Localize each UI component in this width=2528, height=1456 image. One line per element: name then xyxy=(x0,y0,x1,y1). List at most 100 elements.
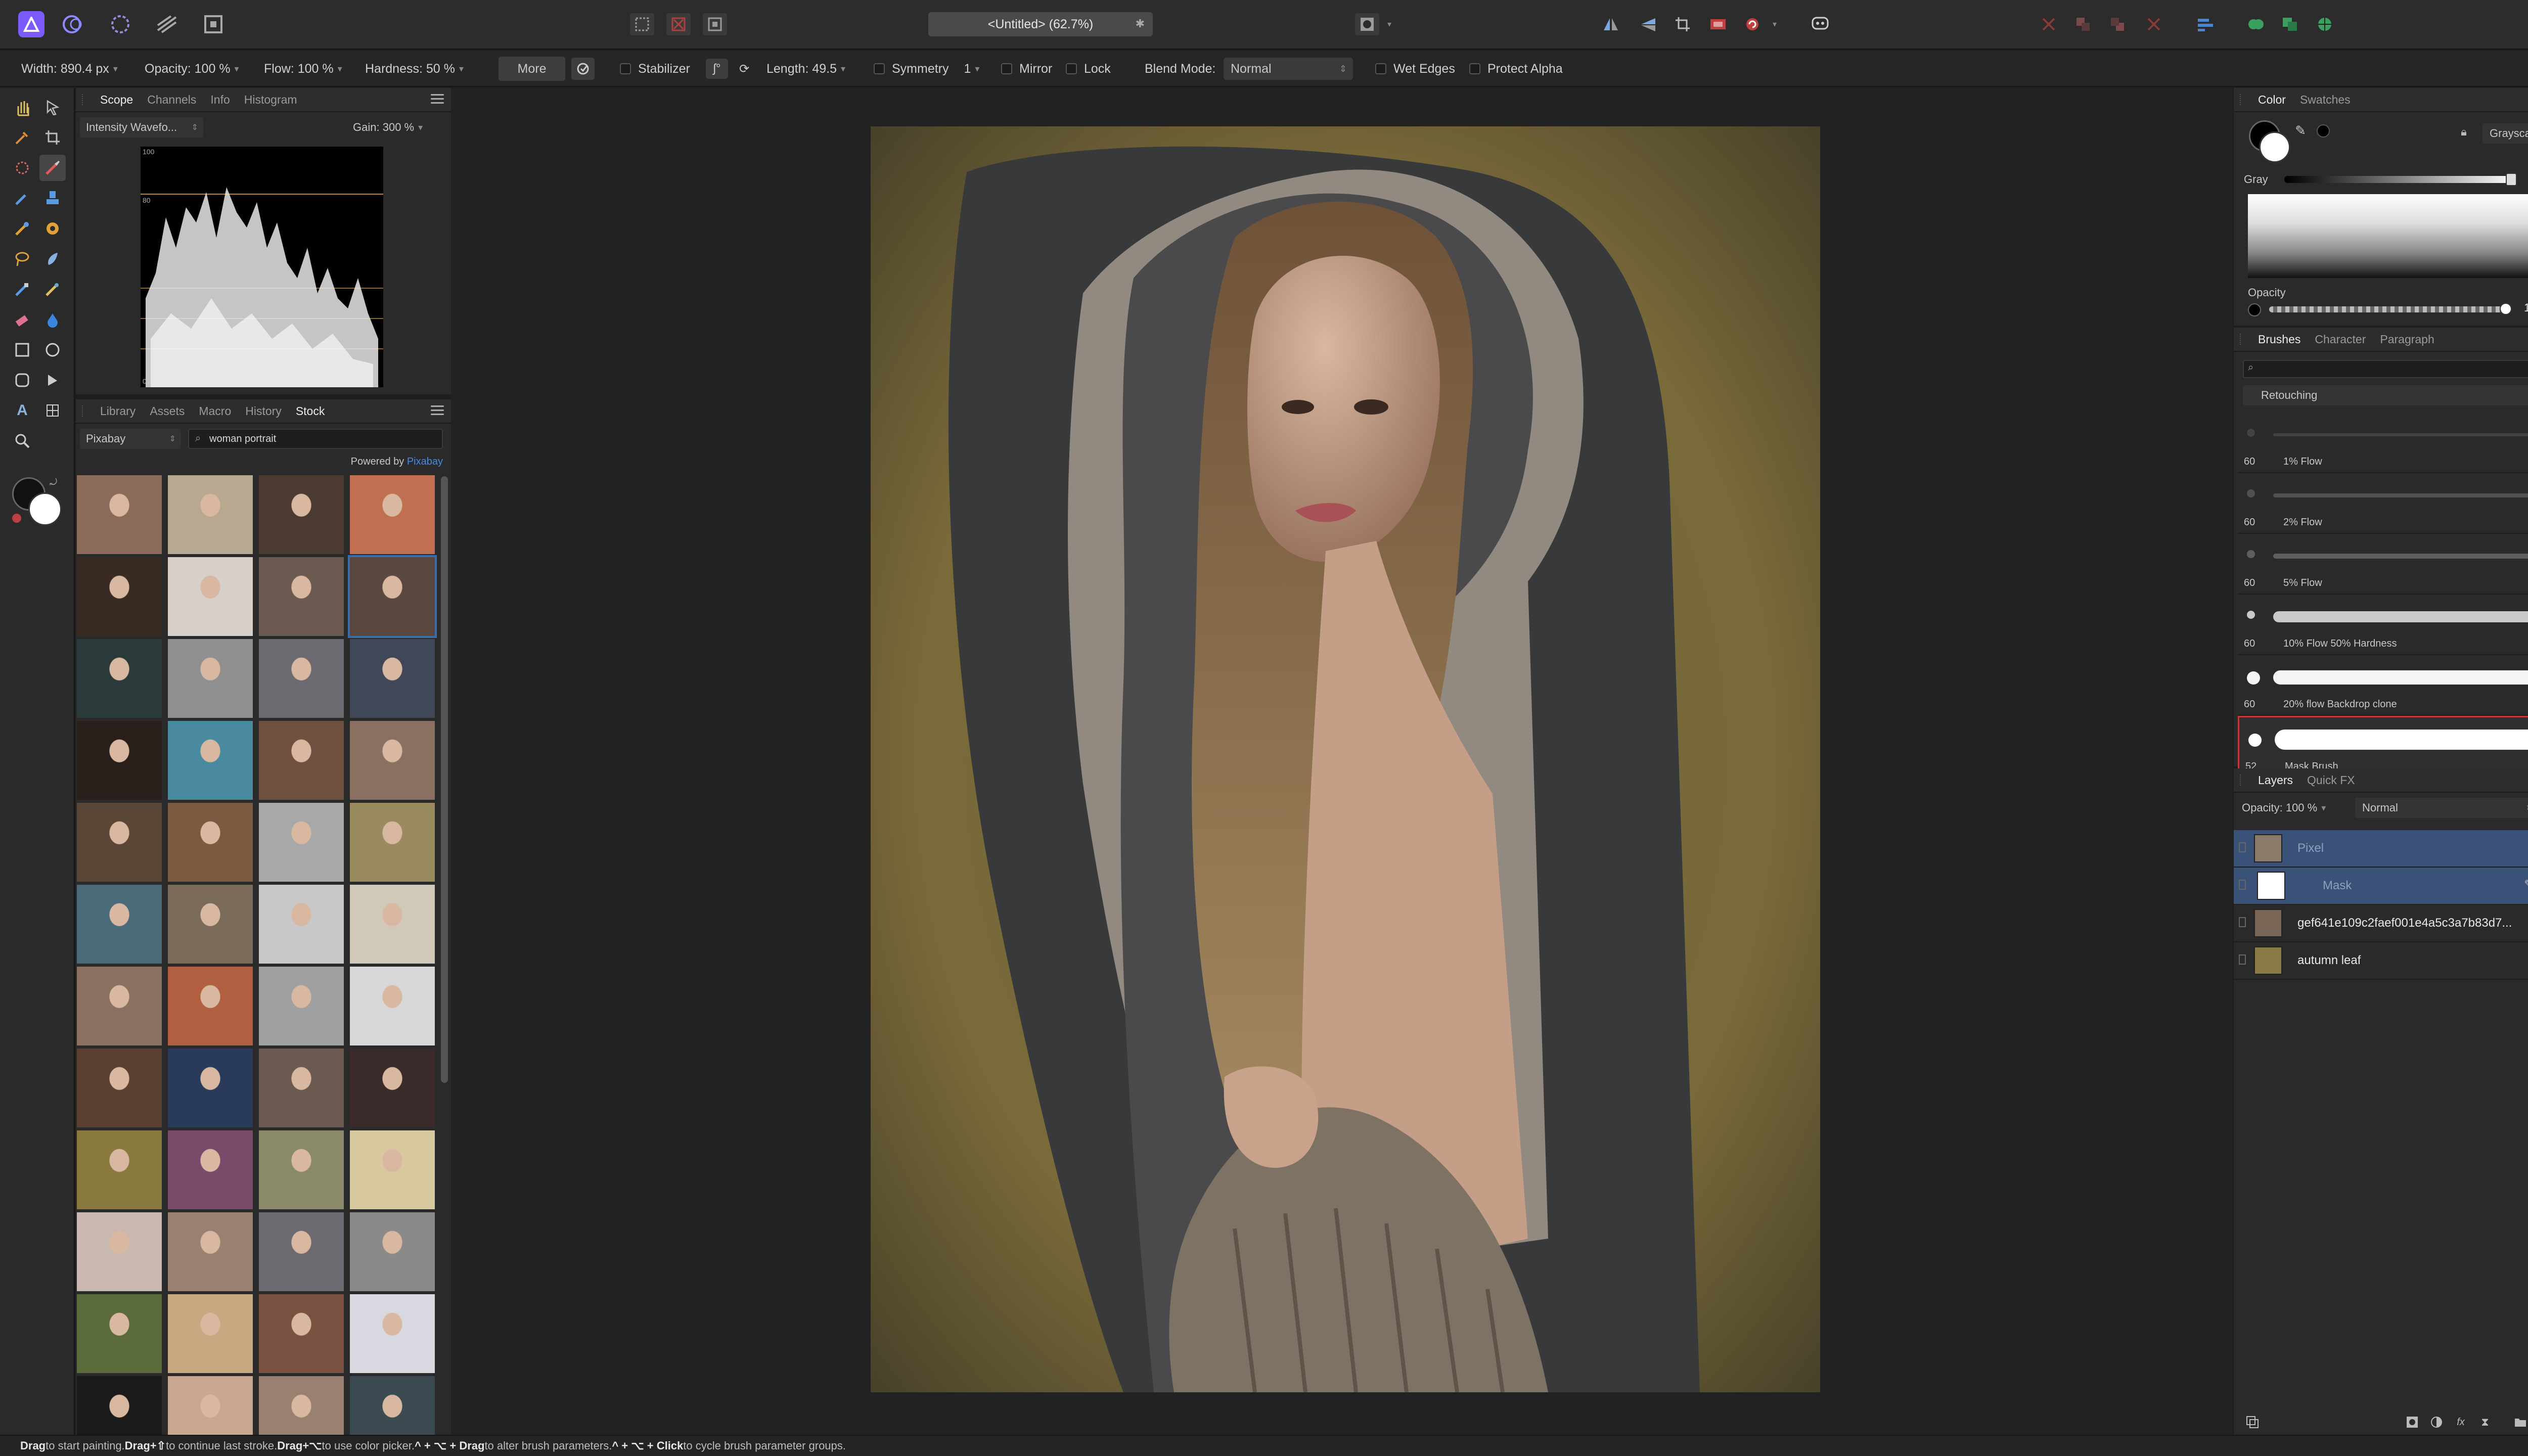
smudge-tool-icon[interactable] xyxy=(39,246,66,272)
stock-thumbnail[interactable] xyxy=(350,1212,435,1291)
tab-quick-fx[interactable]: Quick FX xyxy=(2300,768,2362,792)
stock-thumbnail[interactable] xyxy=(168,721,253,800)
boolean-subtract-icon[interactable] xyxy=(2278,13,2303,35)
symmetry-toggle[interactable]: Symmetry 1 ▾ xyxy=(874,51,979,87)
panel-grip-icon[interactable] xyxy=(2240,775,2244,786)
tab-swatches[interactable]: Swatches xyxy=(2293,88,2358,111)
move-tool-icon[interactable] xyxy=(39,94,66,120)
panel-grip-icon[interactable] xyxy=(2240,334,2244,345)
adjustment-icon[interactable] xyxy=(2428,1414,2445,1431)
clone-tool-icon[interactable] xyxy=(39,185,66,211)
opacity-control[interactable]: Opacity: 100 % ▾ xyxy=(145,51,239,87)
node-tool-icon[interactable] xyxy=(39,367,66,393)
panel-grip-icon[interactable] xyxy=(2240,94,2244,105)
reset-colors-icon[interactable] xyxy=(12,514,21,523)
boolean-add-icon[interactable] xyxy=(2244,13,2268,35)
wet-edges-checkbox[interactable] xyxy=(1375,63,1386,74)
stock-thumbnail[interactable] xyxy=(259,1294,344,1373)
stock-thumbnail[interactable] xyxy=(168,1049,253,1127)
stock-thumbnail[interactable] xyxy=(348,555,437,638)
swap-colors-icon[interactable]: ⤾ xyxy=(50,477,57,488)
layer-expand-icon[interactable] xyxy=(2239,880,2246,890)
stock-thumbnail[interactable] xyxy=(168,639,253,718)
stock-thumbnail[interactable] xyxy=(77,1376,162,1435)
stock-thumbnail[interactable] xyxy=(259,885,344,964)
invert-selection-icon[interactable] xyxy=(703,13,727,35)
tab-assets[interactable]: Assets xyxy=(143,399,192,423)
mesh-warp-icon[interactable] xyxy=(39,397,66,424)
stock-source-select[interactable]: Pixabay ⇕ xyxy=(80,429,181,449)
gain-control[interactable]: Gain: 300 % ▾ xyxy=(353,117,423,138)
stock-thumbnail[interactable] xyxy=(168,1294,253,1373)
erase-tool-icon[interactable] xyxy=(9,306,35,333)
chevron-down-icon[interactable]: ▾ xyxy=(235,64,239,74)
layer-expand-icon[interactable] xyxy=(2239,842,2246,852)
stock-thumbnail[interactable] xyxy=(168,557,253,636)
symmetry-value[interactable]: 1 xyxy=(964,62,971,76)
chevron-down-icon[interactable]: ▾ xyxy=(1384,17,1394,31)
mask-layer-icon[interactable] xyxy=(2404,1414,2421,1431)
stock-thumbnail[interactable] xyxy=(259,557,344,636)
flip-horizontal-icon[interactable] xyxy=(1599,13,1623,35)
stock-thumbnail[interactable] xyxy=(168,1130,253,1209)
stock-scrollbar[interactable] xyxy=(441,476,448,1083)
deselect-icon[interactable] xyxy=(666,13,691,35)
stock-thumbnail[interactable] xyxy=(350,1130,435,1209)
hardness-value[interactable]: 50 % xyxy=(426,62,455,76)
stock-thumbnail[interactable] xyxy=(350,475,435,554)
window-mode-icon[interactable]: ⟳ xyxy=(733,59,755,79)
stock-thumbnail[interactable] xyxy=(350,1049,435,1127)
brush-search-input[interactable]: ⌕ xyxy=(2243,360,2528,378)
eyedropper-icon[interactable]: ✎ xyxy=(2290,120,2311,141)
tab-channels[interactable]: Channels xyxy=(140,88,203,111)
brush-options-icon[interactable] xyxy=(571,58,595,80)
stock-thumbnail[interactable] xyxy=(168,1376,253,1435)
flip-vertical-icon[interactable] xyxy=(1636,13,1660,35)
view-tool-hand-icon[interactable] xyxy=(9,94,35,120)
edit-mask-icon[interactable]: ✎ xyxy=(2524,878,2528,891)
stock-thumbnail[interactable] xyxy=(350,885,435,964)
stock-thumbnail[interactable] xyxy=(77,1294,162,1373)
add-pixel-layer-icon[interactable] xyxy=(2244,1414,2261,1431)
crop-icon[interactable] xyxy=(1671,13,1695,35)
stock-thumbnail[interactable] xyxy=(350,721,435,800)
layer-row[interactable]: Mask ✎ xyxy=(2234,868,2528,905)
pixel-tool-icon[interactable] xyxy=(9,185,35,211)
arrange-front-icon[interactable] xyxy=(2143,14,2165,34)
mirror-checkbox[interactable] xyxy=(1001,63,1012,74)
assistant-icon[interactable] xyxy=(1808,13,1832,35)
document-canvas[interactable] xyxy=(871,126,1820,1392)
secondary-color-swatch[interactable] xyxy=(28,492,62,526)
tab-history[interactable]: History xyxy=(238,399,289,423)
stock-thumbnail[interactable] xyxy=(77,1212,162,1291)
width-value[interactable]: 890.4 px xyxy=(61,62,109,76)
panel-grip-icon[interactable] xyxy=(82,94,86,105)
liquify-persona-icon[interactable] xyxy=(107,12,133,36)
stock-thumbnail[interactable] xyxy=(350,1294,435,1373)
text-tool-icon[interactable]: A xyxy=(9,397,35,424)
layer-row[interactable]: Pixel xyxy=(2234,830,2528,868)
stock-thumbnail[interactable] xyxy=(259,967,344,1045)
chevron-down-icon[interactable]: ▾ xyxy=(459,64,464,74)
panel-menu-icon[interactable] xyxy=(431,94,444,104)
stock-thumbnail[interactable] xyxy=(259,803,344,882)
stock-thumbnail[interactable] xyxy=(168,475,253,554)
length-value[interactable]: 49.5 xyxy=(812,62,837,76)
stock-thumbnail[interactable] xyxy=(350,639,435,718)
stabilizer-checkbox[interactable] xyxy=(620,63,631,74)
ellipse-tool-icon[interactable] xyxy=(39,337,66,363)
zoom-tool-icon[interactable] xyxy=(9,428,35,454)
flow-control[interactable]: Flow: 100 % ▾ xyxy=(264,51,342,87)
stock-thumbnail[interactable] xyxy=(77,1130,162,1209)
lock-toggle[interactable]: Lock xyxy=(1066,51,1111,87)
quick-mask-icon[interactable] xyxy=(1355,13,1379,35)
protect-alpha-checkbox[interactable] xyxy=(1469,63,1480,74)
stock-thumbnail[interactable] xyxy=(259,1376,344,1435)
layer-blend-select[interactable]: Normal ⇕ xyxy=(2355,798,2528,818)
tab-paragraph[interactable]: Paragraph xyxy=(2373,328,2441,351)
opacity-slider[interactable] xyxy=(2269,303,2512,315)
pixabay-link[interactable]: Pixabay xyxy=(407,456,443,467)
length-control[interactable]: Length: 49.5 ▾ xyxy=(766,51,845,87)
brush-category-select[interactable]: Retouching ⇕ xyxy=(2243,385,2528,405)
layer-opacity-value[interactable]: 100 % xyxy=(2286,801,2317,814)
